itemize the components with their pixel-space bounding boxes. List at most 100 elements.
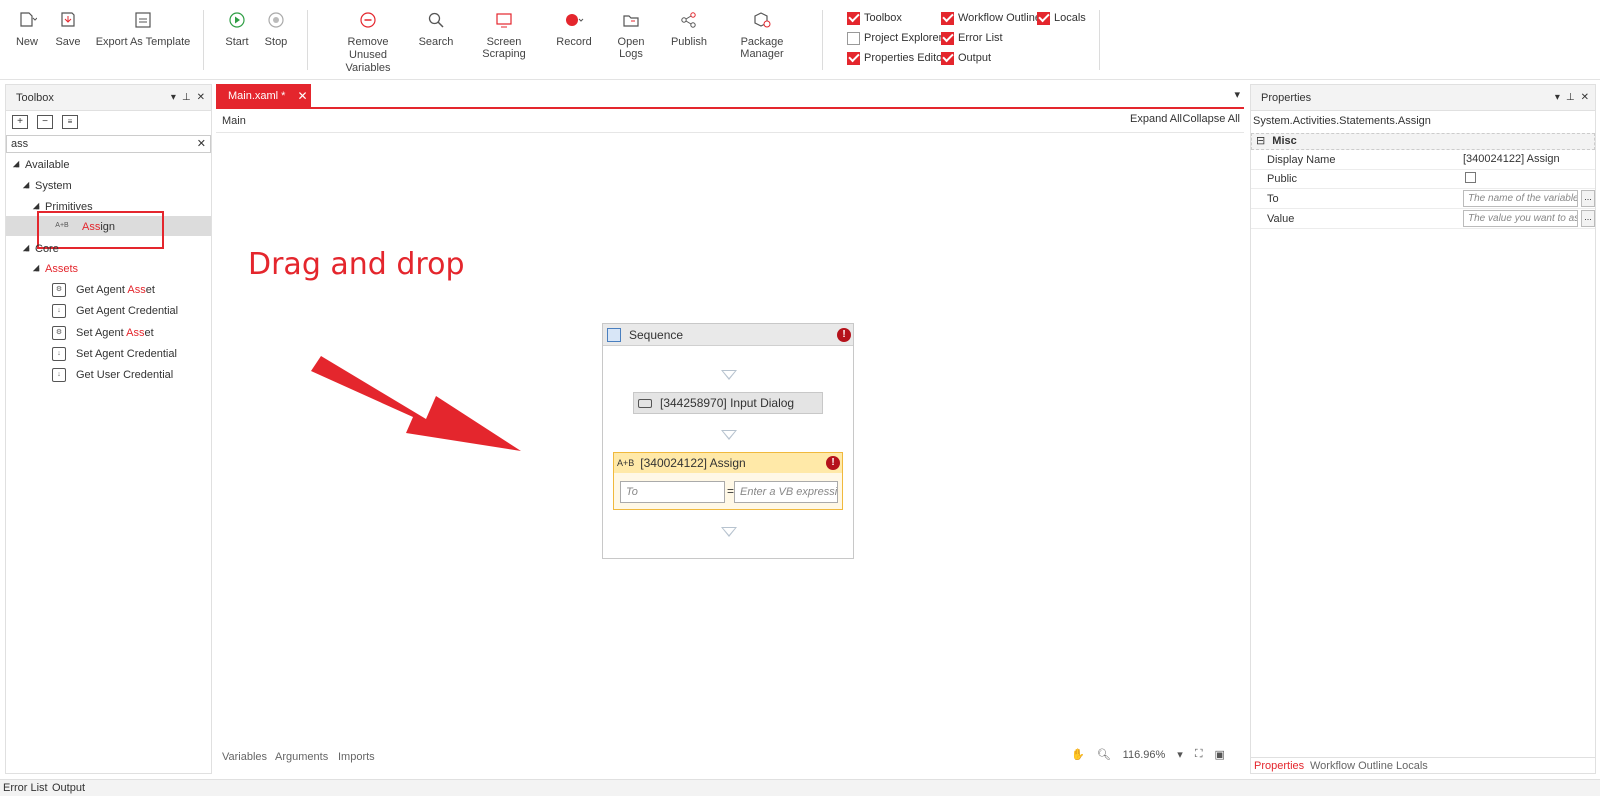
prop-to: To The name of the variable ... [1251,189,1595,209]
input-dialog-activity[interactable]: [344258970] Input Dialog [633,392,823,414]
dropdown-icon[interactable]: ▾ [1555,92,1560,103]
to-expression-button[interactable]: ... [1581,190,1595,207]
export-as-template-button[interactable]: Export As Template [95,8,191,48]
expand-all-link[interactable]: Expand All [1130,113,1182,125]
sequence-activity[interactable]: Sequence ! [344258970] Input Dialog A+B … [602,323,854,559]
ribbon: New Save Export As Template Start Stop R… [0,0,1600,80]
zoom-icon[interactable]: 🔍︎ [1097,748,1111,761]
credential-icon: ↓ [52,347,66,361]
hand-pan-icon[interactable]: ✋ [1071,748,1085,761]
tab-imports[interactable]: Imports [338,751,375,763]
expanded-arrow-icon [32,264,40,272]
drop-target-icon[interactable] [721,370,737,380]
expanded-arrow-icon [22,181,30,189]
to-property-input[interactable]: The name of the variable [1463,190,1578,207]
remove-icon [357,10,379,30]
expand-all-icon[interactable]: + [12,115,28,129]
package-manager-button[interactable]: Package Manager [721,8,803,60]
tab-arguments[interactable]: Arguments [275,751,328,763]
overview-icon[interactable]: ▣ [1215,748,1225,761]
properties-editor-toggle[interactable]: Properties Editor [847,50,946,66]
tree-item-set-agent-credential[interactable]: ↓ Set Agent Credential [52,347,177,361]
zoom-level[interactable]: 116.96% [1123,749,1166,761]
assign-to-input[interactable]: To [620,481,725,503]
close-icon[interactable]: ✕ [197,92,205,103]
tree-item-set-agent-asset[interactable]: ⚙ Set Agent Asset [52,326,154,340]
record-button[interactable]: Record [555,8,593,48]
close-tab-icon[interactable]: ✕ [297,89,307,103]
checkbox-checked-icon [941,11,954,25]
output-toggle[interactable]: Output [941,50,991,66]
dropdown-icon[interactable]: ▾ [171,92,176,103]
tree-system[interactable]: System [22,180,72,192]
display-name-value[interactable]: [340024122] Assign [1463,153,1560,165]
prop-public: Public [1251,170,1595,189]
tree-item-get-agent-credential[interactable]: ↓ Get Agent Credential [52,304,178,318]
new-button[interactable]: New [12,8,42,48]
tree-available[interactable]: Available [12,159,69,171]
value-property-input[interactable]: The value you want to as [1463,210,1578,227]
tab-menu-icon[interactable]: ▾ [1234,88,1240,101]
play-icon [226,10,248,30]
assign-activity[interactable]: A+B [340024122] Assign ! To = Enter a VB… [613,452,843,510]
open-logs-button[interactable]: Open Logs [605,8,657,60]
search-icon [425,10,447,30]
tree-core[interactable]: Core [22,243,59,255]
annotation-text: Drag and drop [248,247,465,282]
public-checkbox[interactable] [1465,172,1476,183]
tab-main-xaml[interactable]: Main.xaml * ✕ [216,84,311,108]
tree-item-get-agent-asset[interactable]: ⚙ Get Agent Asset [52,283,155,297]
remove-unused-variables-button[interactable]: Remove Unused Variables [328,8,408,75]
document-tabbar: Main.xaml * ✕ ▾ [216,84,1244,109]
checkbox-checked-icon [847,11,860,25]
collapse-all-link[interactable]: Collapse All [1183,113,1240,125]
tab-properties[interactable]: Properties [1254,760,1304,772]
error-icon: ! [837,328,851,342]
stop-button[interactable]: Stop [262,8,290,48]
close-icon[interactable]: ✕ [1581,92,1589,103]
list-view-icon[interactable]: ≡ [62,115,78,129]
collapse-icon[interactable]: ⊟ [1256,135,1265,147]
fit-screen-icon[interactable]: ⛶ [1195,748,1203,761]
package-manager-icon [751,10,773,30]
properties-bottom-tabs: Properties Workflow Outline Locals [1251,757,1595,773]
error-list-toggle[interactable]: Error List [941,30,1003,46]
tab-error-list[interactable]: Error List [3,782,48,794]
workflow-outline-toggle[interactable]: Workflow Outline [941,10,1041,26]
tab-output[interactable]: Output [52,782,85,794]
tree-assets[interactable]: Assets [32,263,78,275]
properties-panel: Properties ▾ ⊥ ✕ System.Activities.State… [1250,84,1596,774]
toolbox-search-input[interactable]: ass ✕ [6,135,211,153]
drop-target-icon[interactable] [721,527,737,537]
toolbox-toggle[interactable]: Toolbox [847,10,902,26]
assign-value-input[interactable]: Enter a VB expressi [734,481,838,503]
tab-locals[interactable]: Locals [1396,760,1428,772]
tab-variables[interactable]: Variables [222,751,267,763]
zoom-dropdown-icon[interactable]: ▾ [1177,748,1183,761]
breadcrumb[interactable]: Main [222,115,246,127]
save-icon [57,10,79,30]
tree-item-get-user-credential[interactable]: ↓ Get User Credential [52,368,173,382]
credential-icon: ↓ [52,368,66,382]
start-button[interactable]: Start [223,8,251,48]
locals-toggle[interactable]: Locals [1037,10,1086,26]
tab-workflow-outline[interactable]: Workflow Outline [1310,760,1393,772]
save-button[interactable]: Save [53,8,83,48]
pin-icon[interactable]: ⊥ [182,92,191,103]
record-icon [563,10,585,30]
project-explorer-toggle[interactable]: Project Explorer [847,30,942,46]
expanded-arrow-icon [32,202,40,210]
export-template-icon [132,10,154,30]
clear-search-icon[interactable]: ✕ [197,137,206,150]
screen-scraping-button[interactable]: Screen Scraping [466,8,542,60]
drop-target-icon[interactable] [721,430,737,440]
pin-icon[interactable]: ⊥ [1566,92,1575,103]
value-expression-button[interactable]: ... [1581,210,1595,227]
category-misc[interactable]: ⊟ Misc [1251,133,1595,150]
search-button[interactable]: Search [418,8,454,48]
sequence-icon [607,327,621,342]
checkbox-checked-icon [847,51,860,65]
collapse-all-icon[interactable]: − [37,115,53,129]
toolbox-panel: Toolbox ▾ ⊥ ✕ + − ≡ ass ✕ Available Syst… [5,84,212,774]
publish-button[interactable]: Publish [670,8,708,48]
